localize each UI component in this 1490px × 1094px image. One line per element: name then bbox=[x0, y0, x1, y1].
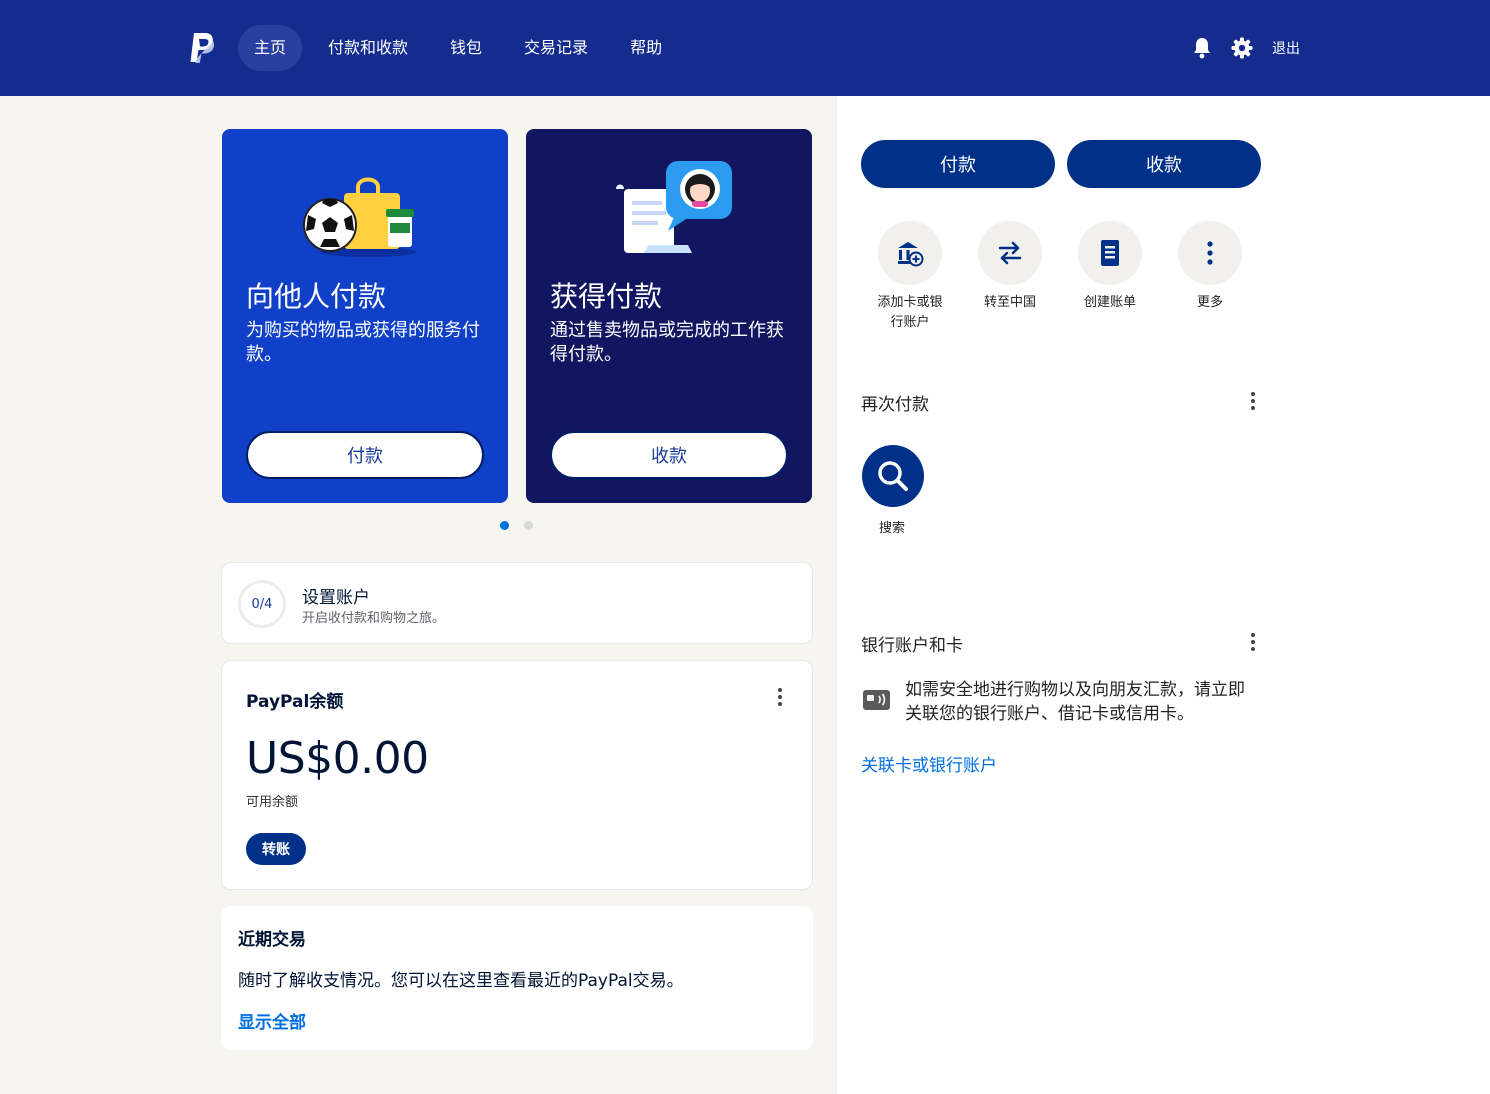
recent-activity-panel: 近期交易 随时了解收支情况。您可以在这里查看最近的PayPal交易。 显示全部 bbox=[221, 906, 813, 1050]
link-card-bank-link[interactable]: 关联卡或银行账户 bbox=[861, 751, 997, 776]
quick-action-transfer-china[interactable]: 转至中国 bbox=[965, 221, 1055, 313]
shopping-bag-ball-illustration bbox=[303, 177, 416, 257]
bank-add-icon bbox=[878, 221, 942, 285]
setup-title: 设置账户 bbox=[302, 588, 370, 608]
setup-subtitle: 开启收付款和购物之旅。 bbox=[302, 611, 446, 626]
balance-amount: US$0.00 bbox=[246, 733, 429, 784]
account-setup-panel[interactable]: 0/4 设置账户 开启收付款和购物之旅。 bbox=[221, 562, 813, 644]
quick-action-label: 更多 bbox=[1196, 295, 1223, 310]
recent-title: 近期交易 bbox=[238, 930, 306, 950]
balance-more-options-icon[interactable] bbox=[770, 685, 790, 709]
nav-send-receive[interactable]: 付款和收款 bbox=[312, 25, 424, 71]
search-label: 搜索 bbox=[879, 521, 906, 536]
get-paid-card-title: 获得付款 bbox=[550, 280, 663, 313]
show-all-link[interactable]: 显示全部 bbox=[238, 1008, 306, 1033]
transfer-button[interactable]: 转账 bbox=[246, 833, 306, 865]
carousel-dot-active[interactable] bbox=[500, 521, 509, 530]
top-navigation-bar: 主页 付款和收款 钱包 交易记录 帮助 退出 bbox=[0, 0, 1490, 96]
gear-icon[interactable] bbox=[1230, 36, 1254, 60]
card-wireless-icon bbox=[863, 690, 890, 710]
paypal-logo-icon[interactable] bbox=[188, 32, 216, 64]
nav-home[interactable]: 主页 bbox=[238, 25, 303, 71]
invoice-chat-illustration bbox=[616, 161, 732, 253]
nav-help[interactable]: 帮助 bbox=[614, 25, 678, 71]
quick-action-label: 创建账单 bbox=[1083, 295, 1136, 310]
balance-subtitle: 可用余额 bbox=[246, 795, 299, 810]
quick-action-add-card-bank[interactable]: 添加卡或银行账户 bbox=[865, 221, 955, 333]
send-card-title: 向他人付款 bbox=[246, 280, 387, 313]
recent-description: 随时了解收支情况。您可以在这里查看最近的PayPal交易。 bbox=[238, 971, 684, 991]
send-money-card[interactable]: 向他人付款 为购买的物品或获得的服务付款。 付款 bbox=[222, 129, 508, 503]
search-contacts-button[interactable] bbox=[862, 445, 924, 507]
paypal-balance-panel: PayPal余额 US$0.00 可用余额 转账 bbox=[221, 660, 813, 890]
get-paid-card-request-button[interactable]: 收款 bbox=[550, 431, 788, 479]
bank-cards-title: 银行账户和卡 bbox=[861, 636, 963, 656]
pay-again-title: 再次付款 bbox=[861, 395, 929, 415]
header-actions: 退出 bbox=[1190, 36, 1300, 60]
main-nav: 主页 付款和收款 钱包 交易记录 帮助 bbox=[238, 25, 688, 71]
quick-action-more[interactable]: 更多 bbox=[1165, 221, 1255, 313]
transfer-arrows-icon bbox=[978, 221, 1042, 285]
nav-activity[interactable]: 交易记录 bbox=[508, 25, 604, 71]
search-icon bbox=[878, 461, 908, 491]
setup-progress-ring: 0/4 bbox=[238, 580, 286, 628]
carousel-dot[interactable] bbox=[524, 521, 533, 530]
bell-icon[interactable] bbox=[1190, 36, 1214, 60]
request-button[interactable]: 收款 bbox=[1067, 140, 1261, 188]
logout-link[interactable]: 退出 bbox=[1272, 38, 1300, 58]
get-paid-card[interactable]: 获得付款 通过售卖物品或完成的工作获得付款。 收款 bbox=[526, 129, 812, 503]
send-card-description: 为购买的物品或获得的服务付款。 bbox=[246, 320, 480, 365]
quick-action-label: 转至中国 bbox=[983, 295, 1036, 310]
balance-title: PayPal余额 bbox=[246, 692, 344, 712]
carousel-dots bbox=[500, 521, 548, 530]
bank-cards-more-options-icon[interactable] bbox=[1243, 630, 1263, 654]
pay-button[interactable]: 付款 bbox=[861, 140, 1055, 188]
pay-again-more-options-icon[interactable] bbox=[1243, 389, 1263, 413]
bank-cards-description: 如需安全地进行购物以及向朋友汇款，请立即关联您的银行账户、借记卡或信用卡。 bbox=[905, 680, 1245, 724]
send-card-pay-button[interactable]: 付款 bbox=[246, 431, 484, 479]
get-paid-card-description: 通过售卖物品或完成的工作获得付款。 bbox=[550, 320, 784, 365]
nav-wallet[interactable]: 钱包 bbox=[434, 25, 498, 71]
quick-action-label: 添加卡或银行账户 bbox=[877, 295, 943, 330]
invoice-icon bbox=[1078, 221, 1142, 285]
quick-action-create-invoice[interactable]: 创建账单 bbox=[1065, 221, 1155, 313]
more-vertical-icon bbox=[1178, 221, 1242, 285]
